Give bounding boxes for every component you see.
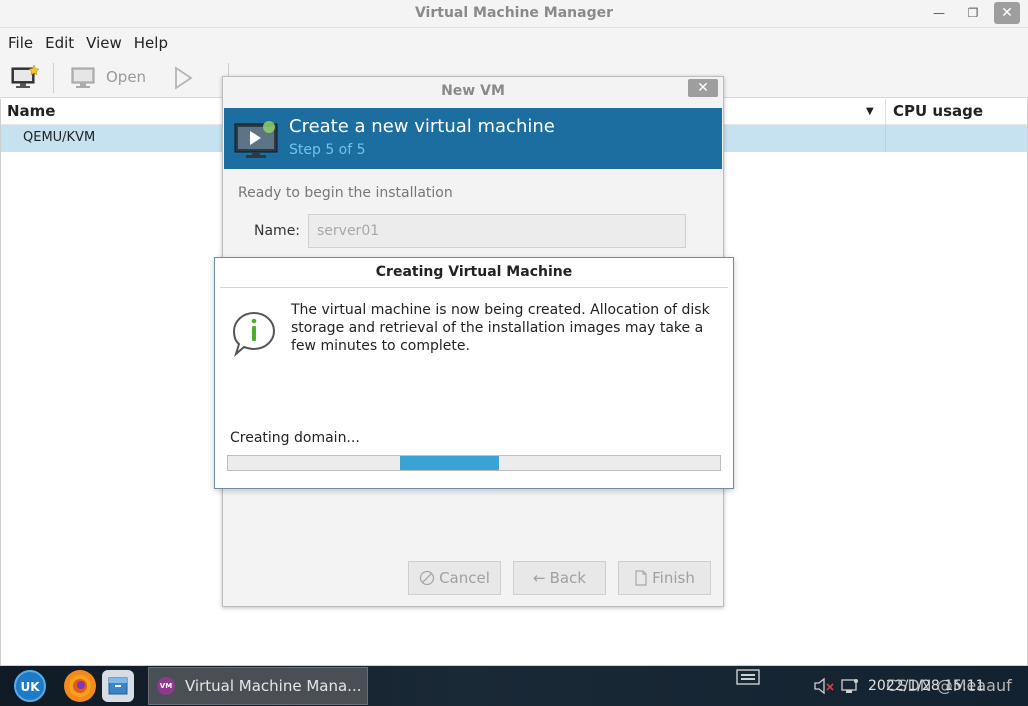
- cancel-button[interactable]: Cancel: [408, 561, 501, 595]
- run-button[interactable]: [170, 65, 196, 91]
- column-separator: [885, 125, 886, 152]
- menubar: File Edit View Help: [0, 28, 1028, 57]
- open-button-label: Open: [106, 68, 147, 86]
- keyboard-indicator-icon[interactable]: [736, 668, 762, 688]
- firefox-icon: [69, 675, 91, 697]
- finish-button-label: Finish: [652, 569, 695, 587]
- minimize-button[interactable]: —: [926, 2, 952, 24]
- vm-name-input[interactable]: [308, 214, 686, 248]
- progress-bar: [227, 455, 721, 471]
- wizard-heading: Create a new virtual machine: [289, 116, 555, 137]
- column-separator: [885, 99, 886, 125]
- creating-status: Creating domain...: [230, 430, 360, 446]
- vm-monitor-icon: [234, 121, 278, 158]
- vmm-app-icon-text: VM: [159, 682, 173, 690]
- file-manager-launcher[interactable]: [102, 670, 134, 702]
- connection-label: QEMU/KVM: [23, 130, 96, 145]
- column-cpu-header[interactable]: CPU usage: [893, 102, 983, 120]
- file-manager-icon: [108, 677, 128, 695]
- volume-muted-icon[interactable]: [813, 677, 835, 695]
- maximize-button[interactable]: ❐: [960, 2, 986, 24]
- creating-dialog-title: Creating Virtual Machine: [375, 264, 573, 280]
- creating-message: The virtual machine is now being created…: [291, 302, 710, 354]
- progress-bar-fill: [400, 456, 499, 470]
- monitor-star-icon: [11, 64, 40, 88]
- wizard-step: Step 5 of 5: [289, 142, 366, 158]
- main-titlebar: Virtual Machine Manager — ❐ ✕: [0, 0, 1028, 28]
- network-icon[interactable]: [840, 677, 860, 695]
- cancel-button-label: Cancel: [439, 569, 490, 587]
- name-label: Name:: [254, 223, 301, 239]
- new-vm-button[interactable]: [10, 63, 40, 91]
- taskbar: UK VM Virtual Machine Mana... 2022/1/28 …: [0, 666, 1028, 706]
- svg-text:UK: UK: [20, 680, 40, 694]
- uk-logo-icon: UK: [20, 680, 40, 694]
- wizard-banner: Create a new virtual machine Step 5 of 5: [224, 108, 722, 169]
- title-divider: [220, 287, 728, 288]
- menu-help[interactable]: Help: [128, 34, 174, 52]
- finish-button[interactable]: Finish: [618, 561, 711, 595]
- back-arrow-icon: ←: [533, 569, 546, 587]
- play-icon: [175, 66, 193, 90]
- toolbar-separator: [53, 63, 54, 93]
- creating-vm-dialog: Creating Virtual Machine The virtual mac…: [214, 257, 734, 489]
- vmm-app-icon: VM: [157, 677, 175, 695]
- back-button-label: Back: [549, 569, 586, 587]
- cancel-icon: [419, 570, 435, 586]
- start-menu-button[interactable]: UK: [14, 670, 46, 702]
- new-vm-dialog-title: New VM: [441, 83, 505, 99]
- column-name-header[interactable]: Name: [7, 102, 55, 120]
- new-vm-close-button[interactable]: ✕: [688, 79, 718, 97]
- monitor-icon: [71, 67, 95, 88]
- back-button[interactable]: ← Back: [513, 561, 606, 595]
- taskbar-task-label: Virtual Machine Mana...: [185, 677, 362, 695]
- watermark-text: CSDN @Meaauf: [886, 676, 1012, 695]
- document-icon: [635, 570, 647, 586]
- menu-view[interactable]: View: [80, 34, 128, 52]
- menu-edit[interactable]: Edit: [39, 34, 80, 52]
- browser-launcher[interactable]: [64, 670, 96, 702]
- ready-text: Ready to begin the installation: [238, 185, 453, 201]
- info-bubble-icon: [232, 311, 276, 358]
- close-button[interactable]: ✕: [994, 2, 1020, 24]
- sort-dropdown-icon[interactable]: ▼: [866, 106, 874, 117]
- window-title: Virtual Machine Manager: [414, 5, 614, 21]
- menu-file[interactable]: File: [2, 34, 39, 52]
- taskbar-task-vmm[interactable]: VM Virtual Machine Mana...: [148, 667, 368, 705]
